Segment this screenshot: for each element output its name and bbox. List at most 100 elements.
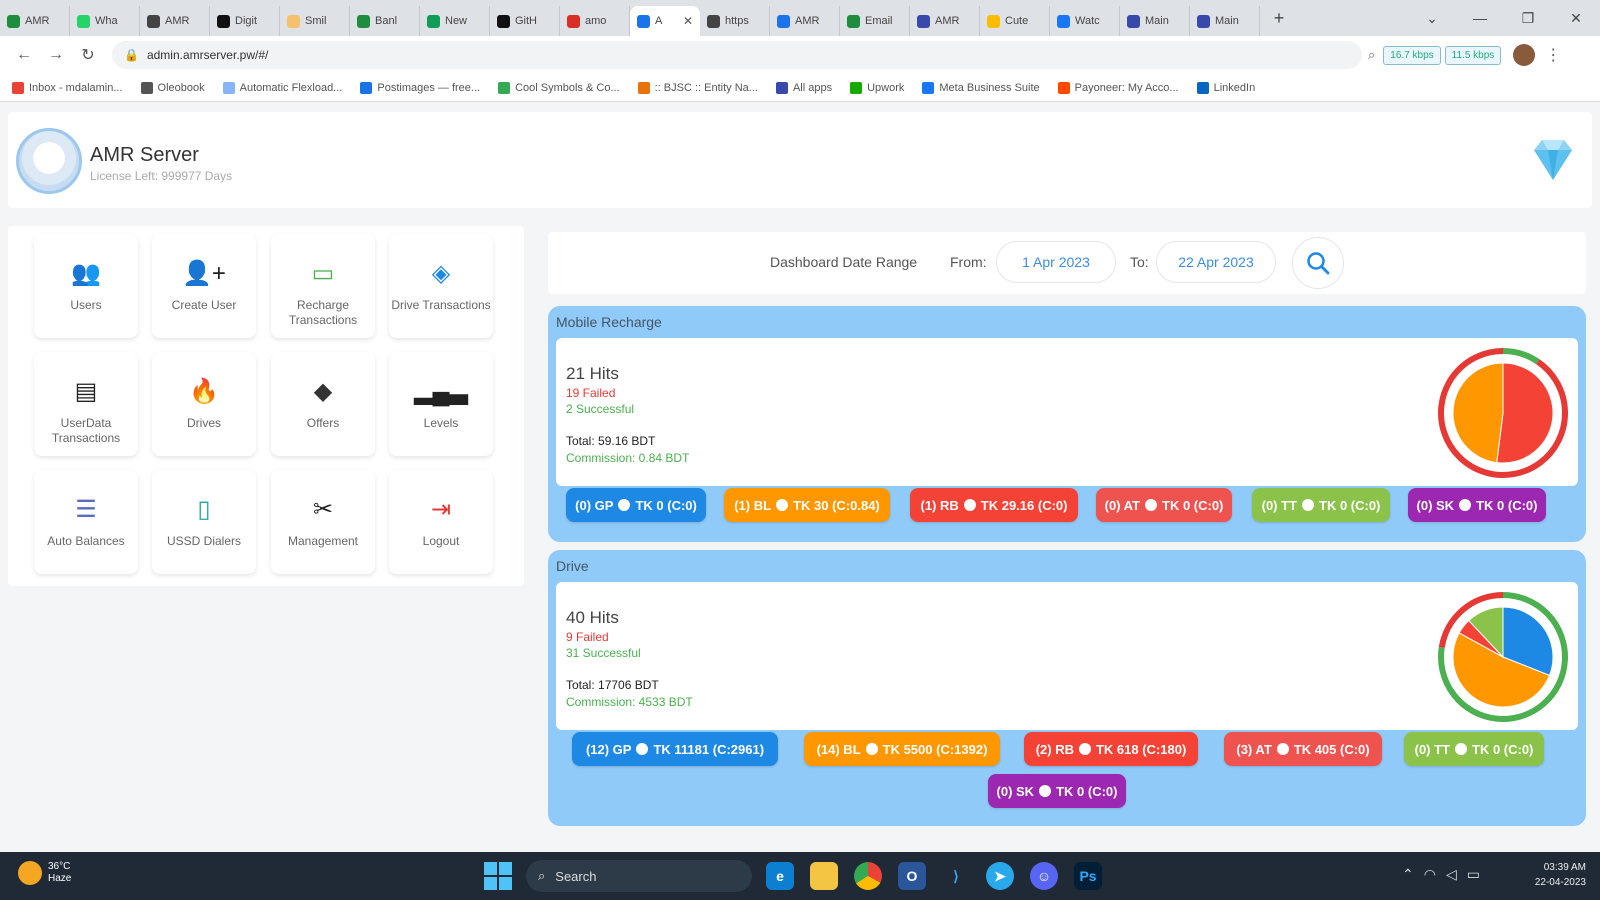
operator-chip: (0) GP TK 0 (C:0) bbox=[566, 488, 706, 522]
discord-icon[interactable]: ☺ bbox=[1030, 862, 1058, 890]
file-explorer-icon[interactable] bbox=[810, 862, 838, 890]
bookmark-item[interactable]: Postimages — free... bbox=[360, 81, 480, 94]
operator-chip: (14) BL TK 5500 (C:1392) bbox=[804, 732, 1000, 766]
edge-icon[interactable]: e bbox=[766, 862, 794, 890]
operator-chip: (0) AT TK 0 (C:0) bbox=[1096, 488, 1232, 522]
browser-tab[interactable]: AMR bbox=[770, 6, 840, 36]
dot-icon bbox=[1276, 743, 1289, 755]
browser-tab[interactable]: Wha bbox=[70, 6, 140, 36]
from-date-input[interactable]: 1 Apr 2023 bbox=[996, 241, 1116, 283]
windows-taskbar: 36°C Haze ⌕ Search e O ⟩ ➤ ☺ Ps ⌃ ◠ ◁ ▭ … bbox=[0, 852, 1600, 900]
back-icon[interactable]: ← bbox=[8, 46, 40, 64]
start-button[interactable] bbox=[484, 862, 512, 890]
to-date-input[interactable]: 22 Apr 2023 bbox=[1156, 241, 1276, 283]
photoshop-icon[interactable]: Ps bbox=[1074, 862, 1102, 890]
tab-label: Watc bbox=[1075, 15, 1100, 27]
browser-tab[interactable]: Watc bbox=[1050, 6, 1120, 36]
browser-tab[interactable]: Banl bbox=[350, 6, 420, 36]
menu-offers[interactable]: ◆ Offers bbox=[271, 352, 375, 456]
vscode-icon[interactable]: ⟩ bbox=[942, 862, 970, 890]
tab-label: AMR bbox=[25, 15, 50, 27]
tab-label: Smil bbox=[305, 15, 327, 27]
menu-auto-balances[interactable]: ☰ Auto Balances bbox=[34, 470, 138, 574]
tab-favicon bbox=[7, 14, 20, 28]
search-button[interactable] bbox=[1292, 237, 1344, 289]
bookmark-item[interactable]: Oleobook bbox=[140, 81, 205, 94]
browser-tab[interactable]: amo bbox=[560, 6, 630, 36]
bookmark-item[interactable]: Automatic Flexload... bbox=[222, 81, 342, 94]
bookmark-item[interactable]: All apps bbox=[775, 81, 832, 94]
taskbar-search[interactable]: ⌕ Search bbox=[526, 860, 752, 892]
browser-tab[interactable]: Email bbox=[840, 6, 910, 36]
address-bar-row: ← → ↻ 🔒 admin.amrserver.pw/#/ ⌕ 16.7 kbp… bbox=[0, 36, 1600, 74]
browser-tab[interactable]: New bbox=[420, 6, 490, 36]
network-speed-extension[interactable]: 16.7 kbps 11.5 kbps bbox=[1383, 45, 1502, 65]
profile-avatar[interactable] bbox=[1513, 44, 1536, 66]
browser-menu-icon[interactable]: ⋮ bbox=[1545, 45, 1561, 65]
url-field[interactable]: 🔒 admin.amrserver.pw/#/ bbox=[112, 41, 1362, 69]
close-window-button[interactable]: ✕ bbox=[1552, 0, 1600, 36]
menu-create-user[interactable]: 👤+ Create User bbox=[152, 234, 256, 338]
close-tab-icon[interactable]: ✕ bbox=[683, 14, 693, 28]
forward-icon[interactable]: → bbox=[40, 46, 72, 64]
reload-icon[interactable]: ↻ bbox=[72, 45, 104, 65]
bookmark-favicon bbox=[637, 81, 650, 94]
browser-tab[interactable]: Cute bbox=[980, 6, 1050, 36]
chrome-icon[interactable] bbox=[854, 862, 882, 890]
menu-logout[interactable]: ⇥ Logout bbox=[389, 470, 493, 574]
commission-amount: Commission: 0.84 BDT bbox=[566, 451, 690, 465]
bookmark-item[interactable]: Cool Symbols & Co... bbox=[498, 81, 620, 94]
tags-icon: ◆ bbox=[313, 378, 333, 405]
browser-tab[interactable]: AMR bbox=[0, 6, 70, 36]
dot-icon bbox=[776, 499, 789, 511]
browser-tab[interactable]: A ✕ bbox=[630, 6, 700, 36]
chip-amount: TK 0 (C:0) bbox=[1472, 741, 1534, 757]
users-icon: 👥 bbox=[71, 260, 101, 287]
browser-tab[interactable]: Digit bbox=[210, 6, 280, 36]
add-user-icon: 👤+ bbox=[182, 260, 226, 287]
system-tray: ⌃ ◠ ◁ ▭ bbox=[1402, 866, 1480, 883]
document-icon: ▤ bbox=[74, 378, 98, 405]
browser-tab[interactable]: https bbox=[700, 6, 770, 36]
from-label: From: bbox=[950, 254, 987, 270]
tab-search-icon[interactable]: ⌄ bbox=[1408, 0, 1456, 36]
menu-recharge-transactions[interactable]: ▭ Recharge Transactions bbox=[271, 234, 375, 338]
menu-drives[interactable]: 🔥 Drives bbox=[152, 352, 256, 456]
weather-widget[interactable]: 36°C Haze bbox=[18, 861, 71, 885]
menu-users[interactable]: 👥 Users bbox=[34, 234, 138, 338]
bookmark-item[interactable]: Payoneer: My Acco... bbox=[1057, 81, 1179, 94]
telegram-icon[interactable]: ➤ bbox=[986, 862, 1014, 890]
bookmark-item[interactable]: Upwork bbox=[850, 81, 904, 94]
menu-userdata-transactions[interactable]: ▤ UserData Transactions bbox=[34, 352, 138, 456]
browser-tab[interactable]: Main bbox=[1120, 6, 1190, 36]
menu-ussd-dialers[interactable]: ▯ USSD Dialers bbox=[152, 470, 256, 574]
wifi-icon[interactable]: ◠ bbox=[1424, 866, 1436, 883]
chevron-up-icon[interactable]: ⌃ bbox=[1402, 866, 1414, 883]
drive-section: Drive 40 Hits 9 Failed 31 Successful Tot… bbox=[548, 550, 1586, 826]
menu-levels[interactable]: ▂▄▃ Levels bbox=[389, 352, 493, 456]
bookmark-item[interactable]: LinkedIn bbox=[1196, 81, 1255, 94]
tab-label: Main bbox=[1145, 15, 1169, 27]
menu-drive-transactions[interactable]: ◈ Drive Transactions bbox=[389, 234, 493, 338]
browser-tab[interactable]: Smil bbox=[280, 6, 350, 36]
battery-icon[interactable]: ▭ bbox=[1467, 866, 1480, 883]
new-tab-button[interactable]: + bbox=[1264, 8, 1294, 29]
browser-tab[interactable]: AMR bbox=[140, 6, 210, 36]
minimize-button[interactable]: — bbox=[1456, 0, 1504, 36]
zoom-icon[interactable]: ⌕ bbox=[1368, 47, 1375, 63]
clock[interactable]: 03:39 AM 22-04-2023 bbox=[1535, 860, 1586, 890]
maximize-button[interactable]: ❐ bbox=[1504, 0, 1552, 36]
bookmark-favicon bbox=[922, 81, 935, 94]
outlook-icon[interactable]: O bbox=[898, 862, 926, 890]
browser-tab[interactable]: GitH bbox=[490, 6, 560, 36]
menu-management[interactable]: ✂ Management bbox=[271, 470, 375, 574]
bookmark-item[interactable]: Inbox - mdalamin... bbox=[12, 81, 123, 94]
browser-tab[interactable]: Main bbox=[1190, 6, 1260, 36]
pie-slice bbox=[1452, 362, 1504, 464]
hits-count: 21 Hits bbox=[566, 364, 619, 383]
volume-icon[interactable]: ◁ bbox=[1446, 866, 1457, 883]
chip-count: (1) RB bbox=[920, 497, 959, 513]
browser-tab[interactable]: AMR bbox=[910, 6, 980, 36]
bookmark-item[interactable]: :: BJSC :: Entity Na... bbox=[637, 81, 758, 94]
bookmark-item[interactable]: Meta Business Suite bbox=[922, 81, 1040, 94]
